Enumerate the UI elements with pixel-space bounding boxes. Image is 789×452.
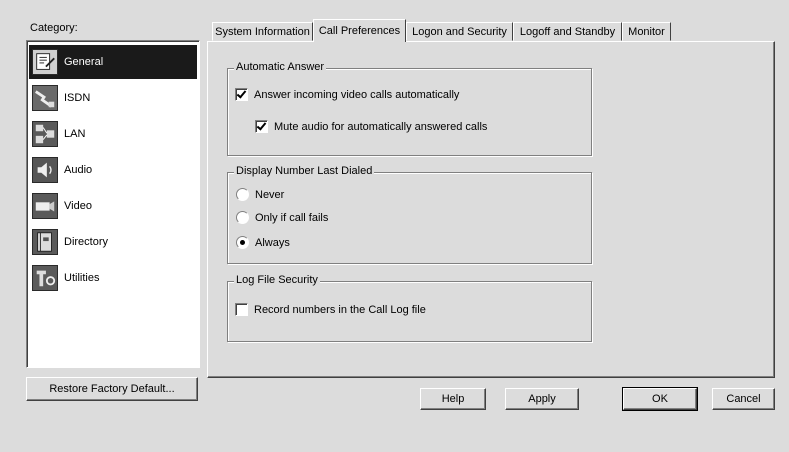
lan-icon (32, 121, 58, 147)
category-list[interactable]: General ISDN LAN Audio Video Directory U… (26, 40, 200, 368)
ok-button[interactable]: OK (622, 387, 698, 411)
category-item-label: Directory (64, 236, 109, 248)
cancel-button[interactable]: Cancel (712, 388, 775, 410)
radio-button[interactable] (236, 236, 249, 249)
radio-label: Always (255, 236, 290, 249)
category-item-utilities[interactable]: Utilities (29, 261, 197, 295)
category-item-label: Video (64, 200, 92, 212)
radio-button[interactable] (236, 211, 249, 224)
audio-icon (32, 157, 58, 183)
checkbox-box[interactable] (235, 303, 248, 316)
group-title: Log File Security (234, 274, 320, 286)
checkbox-label: Answer incoming video calls automaticall… (254, 88, 460, 101)
checkbox-box[interactable] (235, 88, 248, 101)
checkbox-box[interactable] (255, 120, 268, 133)
category-label: Category: (30, 22, 78, 34)
help-button[interactable]: Help (420, 388, 486, 410)
category-item-audio[interactable]: Audio (29, 153, 197, 187)
category-item-video[interactable]: Video (29, 189, 197, 223)
category-item-label: Utilities (64, 272, 100, 284)
radio-label: Only if call fails (255, 211, 329, 224)
tab-logoff-and-standby[interactable]: Logoff and Standby (513, 22, 622, 41)
checkbox-label: Record numbers in the Call Log file (254, 303, 426, 316)
category-item-lan[interactable]: LAN (29, 117, 197, 151)
directory-icon (32, 229, 58, 255)
restore-factory-default-button[interactable]: Restore Factory Default... (26, 377, 198, 401)
radio-never[interactable]: Never (236, 188, 284, 201)
apply-button[interactable]: Apply (505, 388, 579, 410)
video-icon (32, 193, 58, 219)
automatic-answer-group: Automatic Answer (227, 61, 592, 156)
mute-audio-checkbox[interactable]: Mute audio for automatically answered ca… (255, 120, 487, 133)
tab-logon-and-security[interactable]: Logon and Security (406, 22, 513, 41)
category-item-directory[interactable]: Directory (29, 225, 197, 259)
radio-button[interactable] (236, 188, 249, 201)
radio-only-if-call-fails[interactable]: Only if call fails (236, 211, 328, 224)
category-item-label: Audio (64, 164, 93, 176)
tab-call-preferences[interactable]: Call Preferences (313, 19, 406, 42)
category-item-label: LAN (64, 128, 86, 140)
answer-automatically-checkbox[interactable]: Answer incoming video calls automaticall… (235, 88, 459, 101)
checkbox-label: Mute audio for automatically answered ca… (274, 120, 488, 133)
tab-monitor[interactable]: Monitor (622, 22, 671, 41)
radio-always[interactable]: Always (236, 236, 290, 249)
category-item-label: General (64, 56, 104, 68)
group-title: Automatic Answer (234, 61, 327, 73)
radio-label: Never (255, 188, 285, 201)
record-call-log-checkbox[interactable]: Record numbers in the Call Log file (235, 303, 426, 316)
group-title: Display Number Last Dialed (234, 165, 375, 177)
tab-system-information[interactable]: System Information (212, 22, 313, 41)
isdn-icon (32, 85, 58, 111)
utilities-icon (32, 265, 58, 291)
category-item-general[interactable]: General (29, 45, 197, 79)
category-item-label: ISDN (64, 92, 91, 104)
general-icon (32, 49, 58, 75)
category-item-isdn[interactable]: ISDN (29, 81, 197, 115)
